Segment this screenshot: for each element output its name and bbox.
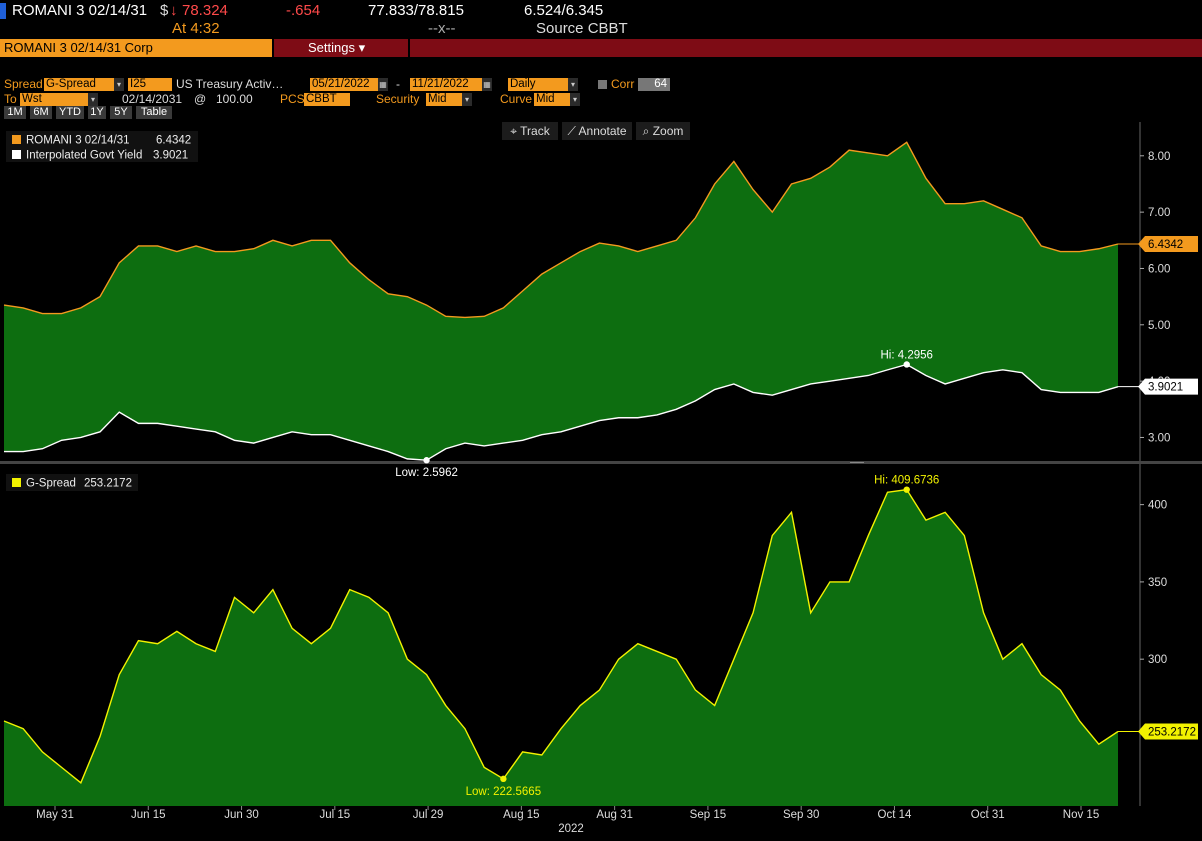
legend-govt: Interpolated Govt Yield — [26, 150, 142, 162]
x-tick-label: Jun 30 — [224, 809, 259, 821]
top-ytick-label: 6.00 — [1148, 263, 1170, 275]
x-tick-label: Jul 15 — [319, 809, 350, 821]
x-axis-year: 2022 — [558, 823, 584, 835]
x-tick-label: Oct 31 — [971, 809, 1005, 821]
top-ytick-label: 7.00 — [1148, 207, 1170, 219]
x-tick-label: Aug 15 — [503, 809, 539, 821]
top-ytick-label: 3.00 — [1148, 432, 1170, 444]
legend-gspread: G-Spread — [26, 478, 76, 490]
top-last-value-label-1: 3.9021 — [1148, 382, 1183, 394]
legend-swatch-romani — [12, 135, 21, 144]
chart-canvas[interactable]: 3.004.005.006.007.008.00 6.4342Hi: 8.240… — [0, 0, 1202, 841]
top-low-label-0: Low: 5.1262 — [0, 0, 16, 3]
top-low-marker-1 — [423, 457, 430, 464]
top-green-fill — [4, 142, 1118, 461]
top-high-marker-1 — [903, 361, 910, 368]
bottom-ytick-label: 300 — [1148, 654, 1167, 666]
bottom-low-marker-0 — [500, 775, 507, 783]
x-tick-label: Jun 15 — [131, 809, 166, 821]
bottom-low-label-0: Low: 222.5665 — [466, 786, 541, 798]
bottom-high-marker-0 — [903, 486, 910, 493]
top-low-label-1: Low: 2.5962 — [395, 467, 458, 479]
bottom-last-value-label-0: 253.2172 — [1148, 726, 1196, 738]
legend-gspread-value: 253.2172 — [84, 478, 132, 490]
bottom-ytick-label: 400 — [1148, 500, 1167, 512]
bottom-green-fill — [4, 489, 1118, 806]
top-last-value-label-0: 6.4342 — [1148, 239, 1183, 251]
x-tick-label: Aug 31 — [596, 809, 632, 821]
x-tick-label: Sep 15 — [690, 809, 726, 821]
bottom-ytick-label: 350 — [1148, 577, 1167, 589]
legend-swatch-gspread — [12, 478, 21, 487]
x-tick-label: Nov 15 — [1063, 809, 1099, 821]
legend-romani-value: 6.4342 — [156, 135, 191, 147]
pane-divider — [0, 461, 1202, 464]
x-tick-label: Sep 30 — [783, 809, 819, 821]
x-tick-label: Oct 14 — [878, 809, 912, 821]
bottom-high-label-0: Hi: 409.6736 — [874, 475, 939, 487]
top-ytick-label: 8.00 — [1148, 151, 1170, 163]
x-tick-label: Jul 29 — [413, 809, 444, 821]
legend-govt-value: 3.9021 — [153, 150, 188, 162]
top-ytick-label: 5.00 — [1148, 320, 1170, 332]
top-high-label-1: Hi: 4.2956 — [881, 349, 933, 361]
x-tick-label: May 31 — [36, 809, 74, 821]
legend-swatch-govt — [12, 150, 21, 159]
legend-romani: ROMANI 3 02/14/31 — [26, 135, 130, 147]
